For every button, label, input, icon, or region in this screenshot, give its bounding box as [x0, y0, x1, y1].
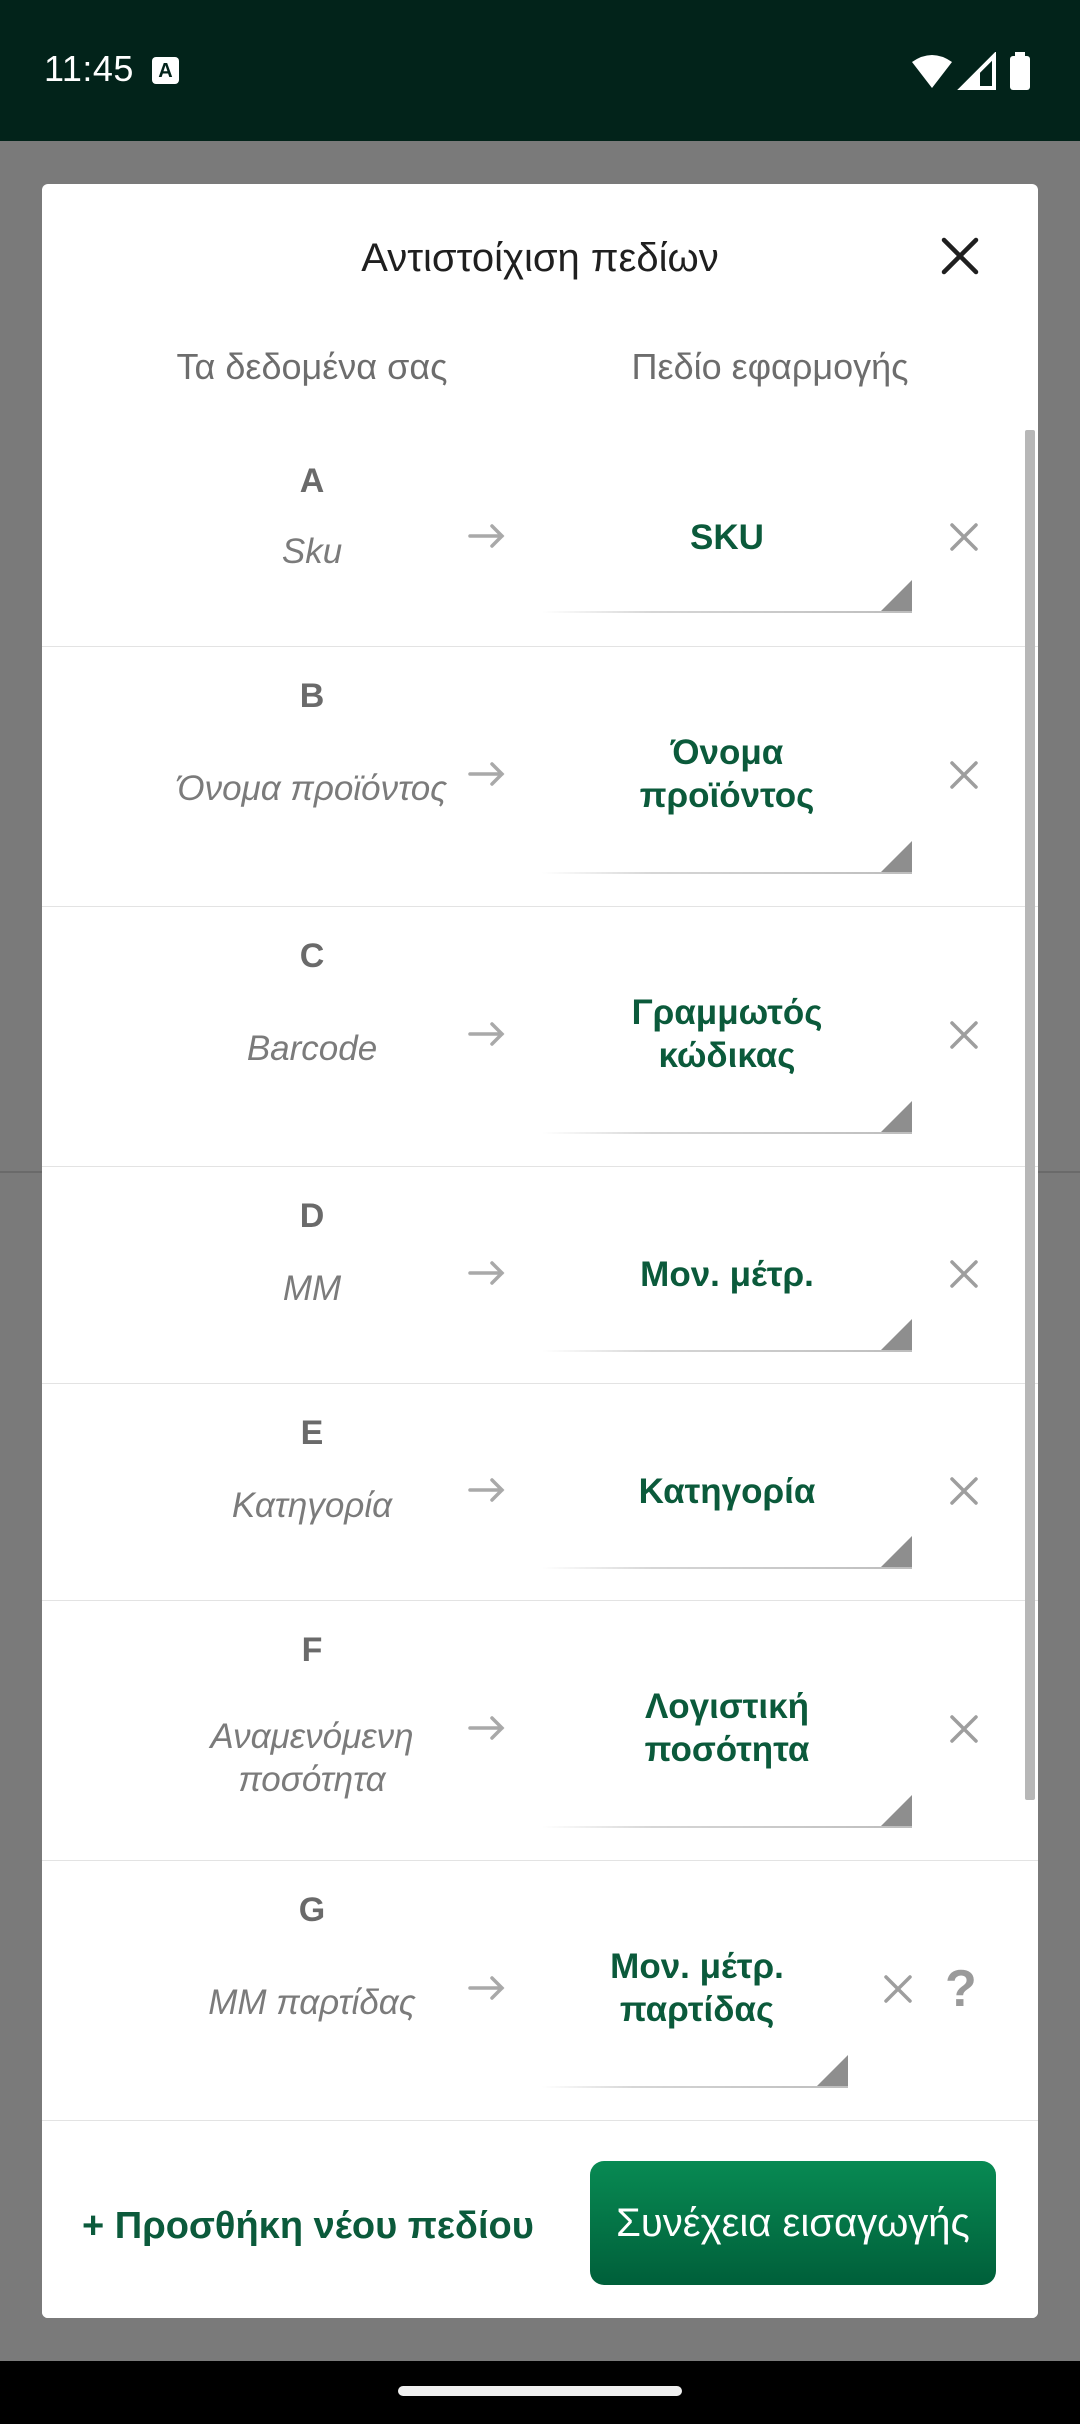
- notification-icon: A: [152, 57, 179, 84]
- arrow-right-icon: [468, 762, 505, 786]
- mapping-row: F Αναμενόμενη ποσότητα Λογιστική ποσότητ…: [42, 1601, 1038, 1861]
- scrollbar[interactable]: [1025, 430, 1035, 1800]
- mapping-list[interactable]: A Sku SKU B Όνομα προϊόντος Όνομα προϊόν…: [42, 430, 1038, 2304]
- arrow-right-icon: [468, 1976, 505, 2000]
- mapping-row: A Sku SKU: [42, 430, 1038, 647]
- add-new-field-button[interactable]: + Προσθήκη νέου πεδίου: [82, 2205, 534, 2248]
- remove-mapping-icon[interactable]: [948, 1713, 980, 1745]
- app-field-select[interactable]: Μον. μέτρ. παρτίδας: [542, 1945, 852, 2031]
- arrow-right-icon: [468, 1261, 505, 1285]
- dropdown-corner-icon: [880, 1101, 912, 1133]
- select-underline: [542, 872, 912, 874]
- column-letter: D: [299, 1197, 325, 1235]
- mapping-row: G ΜΜ παρτίδας Μον. μέτρ. παρτίδας ?: [42, 1861, 1038, 2121]
- home-gesture-handle[interactable]: [398, 2386, 682, 2396]
- remove-mapping-icon[interactable]: [948, 1475, 980, 1507]
- app-field-select[interactable]: Όνομα προϊόντος: [542, 731, 912, 817]
- select-underline: [542, 1567, 912, 1569]
- dropdown-corner-icon: [880, 580, 912, 612]
- app-field-select[interactable]: Μον. μέτρ.: [542, 1253, 912, 1296]
- arrow-right-icon: [468, 1478, 505, 1502]
- remove-mapping-icon[interactable]: [882, 1973, 914, 2005]
- remove-mapping-icon[interactable]: [948, 521, 980, 553]
- column-letter: B: [299, 677, 325, 715]
- dropdown-corner-icon: [880, 841, 912, 873]
- wifi-icon: [912, 55, 952, 88]
- mapping-row: B Όνομα προϊόντος Όνομα προϊόντος: [42, 647, 1038, 907]
- status-icons: [912, 52, 1030, 90]
- status-time: 11:45: [44, 48, 134, 89]
- column-letter: F: [301, 1631, 323, 1669]
- mapping-row: D ΜΜ Μον. μέτρ.: [42, 1167, 1038, 1384]
- signal-icon: [957, 52, 996, 90]
- select-underline: [542, 1132, 912, 1134]
- battery-icon: [1010, 52, 1030, 90]
- app-field-select[interactable]: Κατηγορία: [542, 1470, 912, 1513]
- mapping-row: E Κατηγορία Κατηγορία: [42, 1384, 1038, 1601]
- remove-mapping-icon[interactable]: [948, 1258, 980, 1290]
- column-letter: G: [298, 1891, 326, 1929]
- dropdown-corner-icon: [880, 1319, 912, 1351]
- status-bar: 11:45 A: [0, 0, 1080, 141]
- field-mapping-dialog: Αντιστοίχιση πεδίων Τα δεδομένα σας Πεδί…: [42, 184, 1038, 2318]
- select-underline: [542, 1350, 912, 1352]
- column-header-your-data: Τα δεδομένα σας: [176, 346, 448, 387]
- column-letter: C: [299, 937, 325, 975]
- column-header-app-field: Πεδίο εφαρμογής: [631, 346, 909, 387]
- help-icon[interactable]: ?: [945, 1959, 977, 2019]
- select-underline: [542, 611, 912, 613]
- remove-mapping-icon[interactable]: [948, 1019, 980, 1051]
- dropdown-corner-icon: [816, 2055, 848, 2087]
- arrow-right-icon: [468, 1716, 505, 1740]
- mapping-row: C Barcode Γραμμωτός κώδικας: [42, 907, 1038, 1167]
- select-underline: [542, 2086, 848, 2088]
- select-underline: [542, 1826, 912, 1828]
- continue-import-button[interactable]: Συνέχεια εισαγωγής: [590, 2161, 996, 2285]
- dropdown-corner-icon: [880, 1795, 912, 1827]
- dropdown-corner-icon: [880, 1536, 912, 1568]
- column-letter: E: [300, 1414, 324, 1452]
- app-field-select[interactable]: Γραμμωτός κώδικας: [542, 991, 912, 1077]
- arrow-right-icon: [468, 524, 505, 548]
- remove-mapping-icon[interactable]: [948, 759, 980, 791]
- dialog-footer: + Προσθήκη νέου πεδίου Συνέχεια εισαγωγή…: [42, 2120, 1038, 2318]
- app-field-select[interactable]: SKU: [542, 516, 912, 559]
- close-icon[interactable]: [936, 232, 984, 280]
- app-field-select[interactable]: Λογιστική ποσότητα: [542, 1685, 912, 1771]
- dialog-title: Αντιστοίχιση πεδίων: [361, 236, 719, 280]
- column-letter: A: [299, 462, 325, 500]
- arrow-right-icon: [468, 1022, 505, 1046]
